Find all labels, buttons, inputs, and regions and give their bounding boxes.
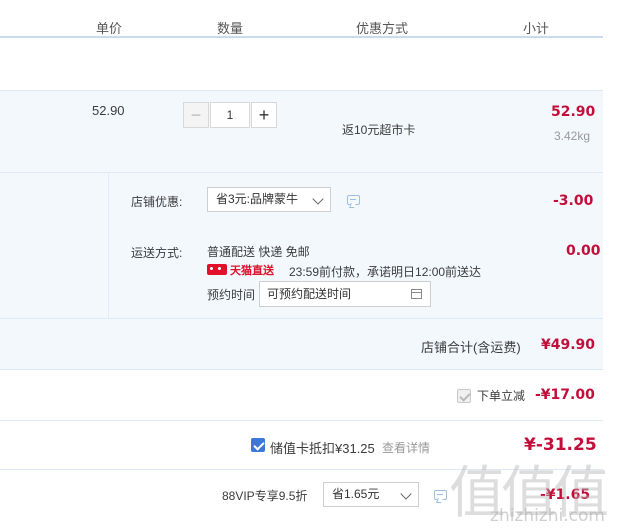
header-quantity: 数量 [217,21,244,36]
vip-select-value: 省1.65元 [332,487,380,501]
appointment-time-input[interactable]: 可预约配送时间 [259,281,431,307]
stored-value-card-label: 储值卡抵扣¥31.25 [270,441,375,456]
quantity-increase-button[interactable]: + [251,102,277,128]
stored-value-card-details-link[interactable]: 查看详情 [382,439,430,456]
chevron-down-icon [312,193,324,205]
section-divider [108,173,109,318]
store-section: 店铺优惠: 省3元:品牌蒙牛 -3.00 运送方式: 普通配送 快递 免邮 0.… [0,173,603,318]
stored-value-card-checkbox[interactable] [251,438,265,452]
store-total-value: ¥49.90 [541,337,596,353]
store-discount-amount: -3.00 [553,193,594,209]
header-unit-price: 单价 [96,21,123,36]
calendar-icon [411,289,422,299]
quantity-input[interactable]: 1 [210,102,250,128]
item-row: 52.90 − 1 + 返10元超市卡 52.90 3.42kg [0,91,603,172]
item-unit-price: 52.90 [92,103,125,118]
delivery-label: 运送方式: [131,246,183,260]
delivery-fee: 0.00 [566,243,601,259]
item-promotion: 返10元超市卡 [342,123,416,137]
delivery-promise: 23:59前付款，承诺明日12:00前送达 [289,265,482,279]
vip-label: 88VIP专享9.5折 [222,489,308,503]
header-promotion: 优惠方式 [356,21,409,36]
header-subtotal: 小计 [523,21,550,36]
appointment-placeholder: 可预约配送时间 [267,287,352,301]
message-icon[interactable] [347,195,360,205]
appointment-label: 预约时间 [207,288,256,302]
chevron-down-icon [400,488,412,500]
tmall-logo-text: 天猫直送 [230,265,274,277]
store-total-row: 店铺合计(含运费) ¥49.90 [0,319,603,369]
order-discount-value: -¥17.00 [535,387,595,403]
tmall-direct-logo: 天猫直送 [207,262,289,277]
store-discount-select[interactable]: 省3元:品牌蒙牛 [207,187,331,212]
column-header: 单价 数量 优惠方式 小计 [0,0,603,38]
order-discount-checkbox [457,389,471,403]
store-discount-select-value: 省3元:品牌蒙牛 [216,192,299,206]
vip-discount-select[interactable]: 省1.65元 [323,482,419,507]
message-icon[interactable] [434,490,447,500]
item-weight: 3.42kg [554,129,591,143]
delivery-method: 普通配送 快递 免邮 [207,245,310,259]
store-discount-label: 店铺优惠: [131,195,183,209]
tmall-cat-icon [207,264,227,275]
store-total-label: 店铺合计(含运费) [421,340,521,355]
order-discount-label: 下单立减 [477,389,526,403]
order-discount-row: 下单立减 -¥17.00 [0,370,603,420]
watermark-url: zhizhizhi.com [490,506,605,526]
item-subtotal: 52.90 [551,104,596,120]
quantity-decrease-button[interactable]: − [183,102,209,128]
